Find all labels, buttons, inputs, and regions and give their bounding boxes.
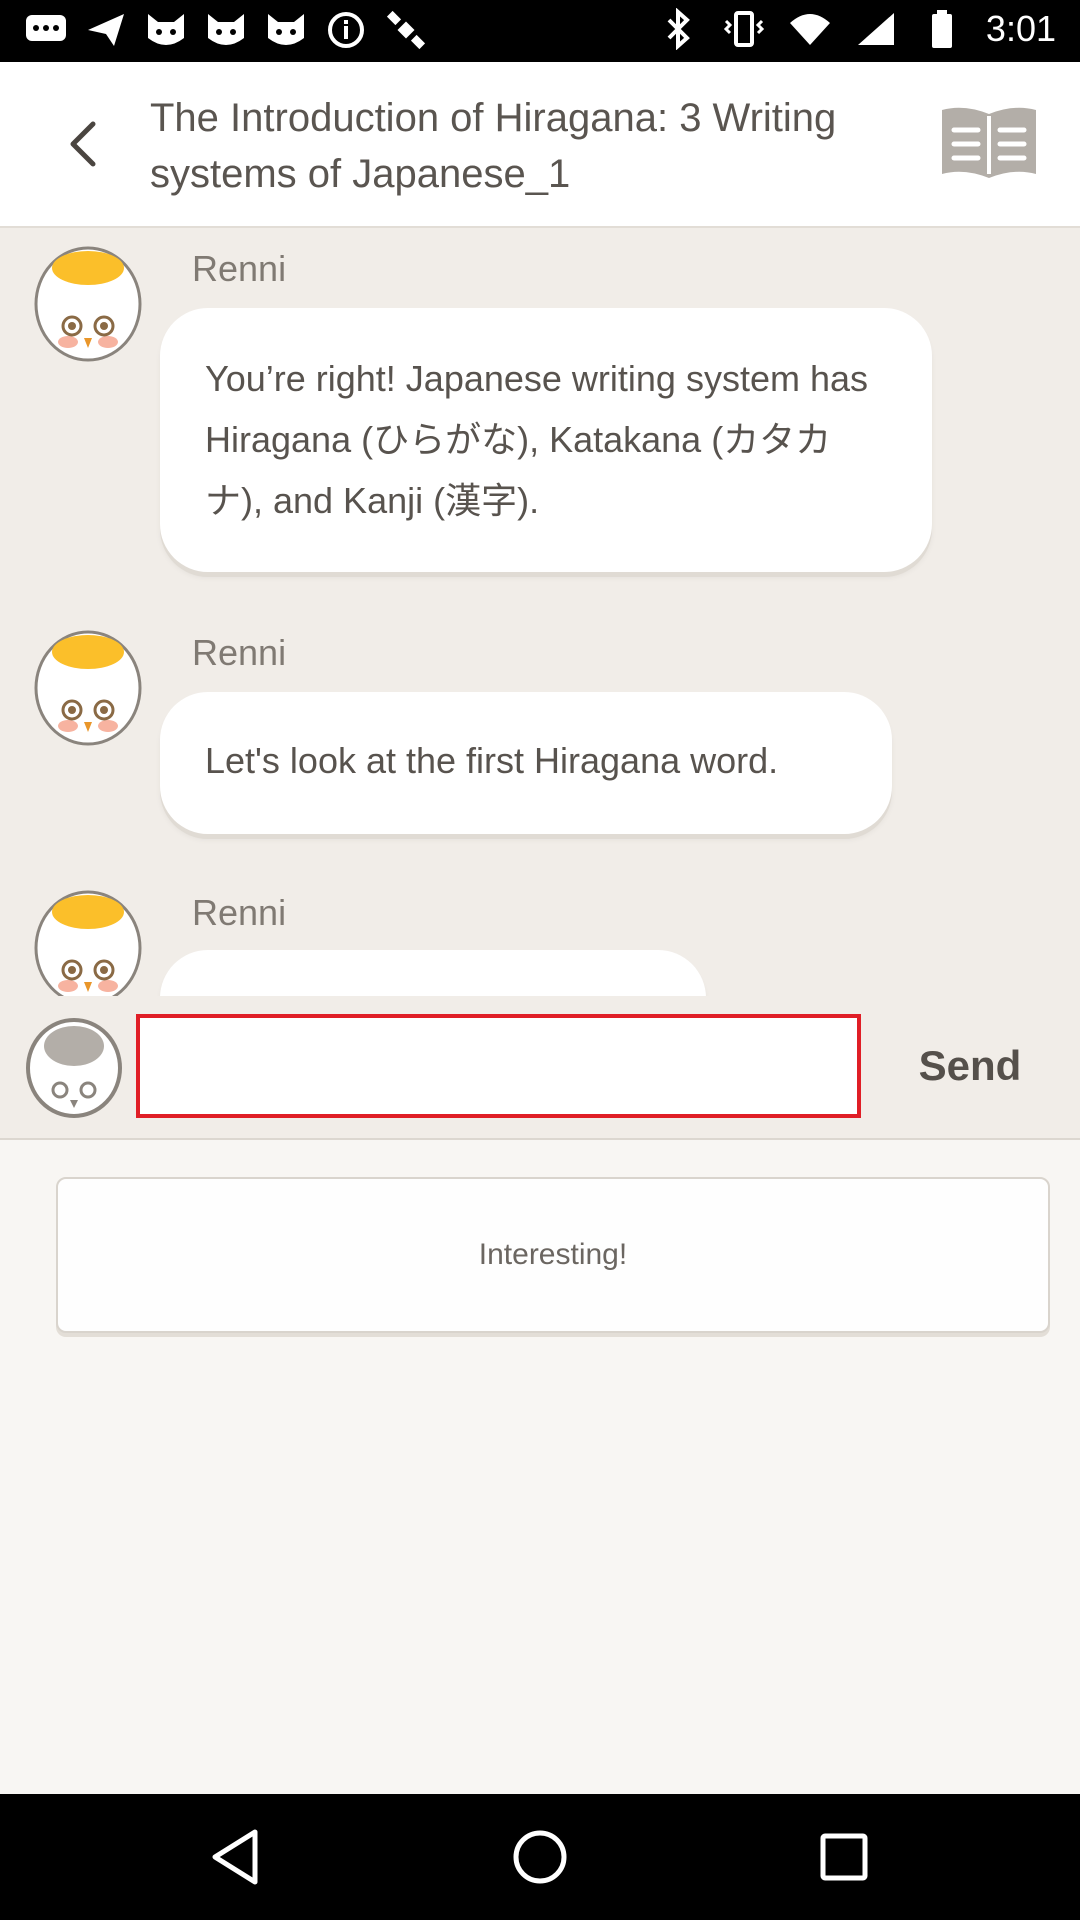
circle-home-icon	[513, 1830, 567, 1884]
battery-icon	[920, 9, 964, 49]
renni-avatar	[32, 886, 144, 996]
chevron-left-icon	[70, 121, 96, 167]
status-left-icons	[24, 10, 428, 50]
cat-icon	[144, 10, 188, 50]
status-time: 3:01	[985, 8, 1056, 49]
header: The Introduction of Hiragana: 3 Writing …	[0, 62, 1080, 228]
cat-icon	[264, 10, 308, 50]
info-icon	[324, 10, 368, 50]
nav-home-button[interactable]	[505, 1822, 575, 1892]
renni-avatar	[32, 626, 144, 746]
message-sender: Renni	[192, 892, 287, 933]
nav-recents-button[interactable]	[809, 1822, 879, 1892]
navigation-bar	[0, 1794, 1080, 1920]
send-icon	[84, 10, 128, 50]
message-bubble	[160, 950, 706, 996]
message-bubble: You’re right! Japanese writing system ha…	[160, 308, 932, 572]
message-sender: Renni	[192, 248, 287, 289]
wifi-icon	[788, 9, 832, 49]
chat-area[interactable]: Renni You’re right! Japanese writing sys…	[0, 228, 1080, 996]
message-bubble: Let's look at the first Hiragana word.	[160, 692, 892, 834]
chat-icon	[24, 10, 68, 50]
book-button[interactable]	[936, 102, 1042, 186]
triangle-back-icon	[212, 1829, 258, 1885]
vibrate-icon	[722, 9, 766, 49]
input-bar: Send	[0, 996, 1080, 1140]
suggested-reply-button[interactable]: Interesting!	[56, 1177, 1050, 1333]
message-sender: Renni	[192, 632, 287, 673]
nav-back-button[interactable]	[201, 1822, 271, 1892]
message-input[interactable]	[136, 1014, 861, 1118]
page-title: The Introduction of Hiragana: 3 Writing …	[150, 96, 837, 196]
satellite-icon	[384, 10, 428, 50]
back-button[interactable]	[55, 114, 115, 174]
reply-area: Interesting!	[0, 1140, 1080, 1794]
book-icon	[942, 107, 1036, 178]
square-recents-icon	[820, 1833, 868, 1881]
send-button[interactable]: Send	[880, 1026, 1060, 1106]
status-right-icons: 3:01	[656, 8, 1056, 50]
cat-icon	[204, 10, 248, 50]
signal-icon	[854, 9, 898, 49]
bluetooth-icon	[656, 8, 700, 50]
user-avatar	[24, 1016, 124, 1118]
status-bar: 3:01	[0, 0, 1080, 62]
renni-avatar	[32, 242, 144, 362]
